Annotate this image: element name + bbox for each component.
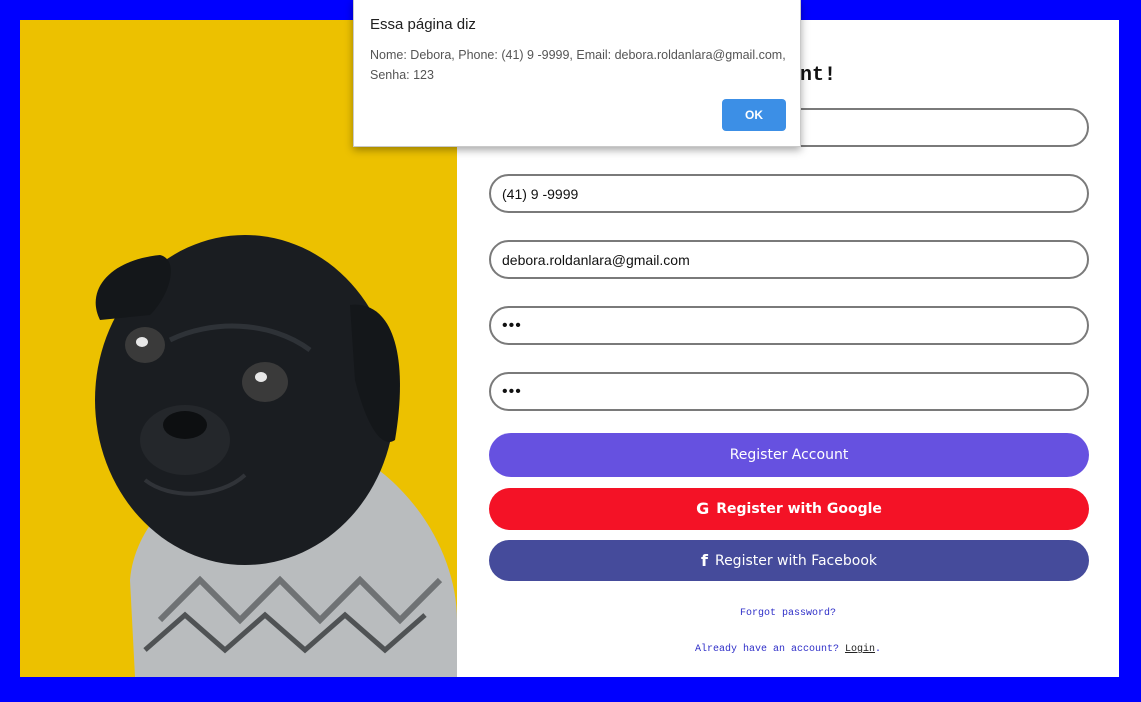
password-field[interactable] (489, 306, 1089, 345)
dialog-title: Essa página diz (370, 16, 476, 33)
register-facebook-button[interactable]: f Register with Facebook (489, 540, 1089, 581)
alert-dialog: Essa página diz Nome: Debora, Phone: (41… (353, 0, 801, 147)
phone-field[interactable] (489, 174, 1089, 213)
forgot-password-link[interactable]: Forgot password? (457, 608, 1119, 619)
login-link[interactable]: Login (845, 644, 875, 655)
register-account-button[interactable]: Register Account (489, 433, 1089, 477)
register-facebook-label: Register with Facebook (714, 552, 877, 569)
already-account-line: Already have an account? Login. (457, 644, 1119, 655)
dialog-message: Nome: Debora, Phone: (41) 9 -9999, Email… (370, 48, 786, 82)
register-google-button[interactable]: G Register with Google (489, 488, 1089, 530)
confirm-password-field[interactable] (489, 372, 1089, 411)
already-account-period: . (875, 644, 882, 655)
dialog-ok-button[interactable]: OK (722, 99, 786, 131)
already-account-text: Already have an account? (694, 644, 845, 655)
register-account-label: Register Account (729, 447, 849, 463)
google-icon: G (696, 499, 710, 518)
email-field[interactable] (489, 240, 1089, 279)
facebook-icon: f (701, 550, 708, 570)
register-google-label: Register with Google (716, 501, 882, 517)
